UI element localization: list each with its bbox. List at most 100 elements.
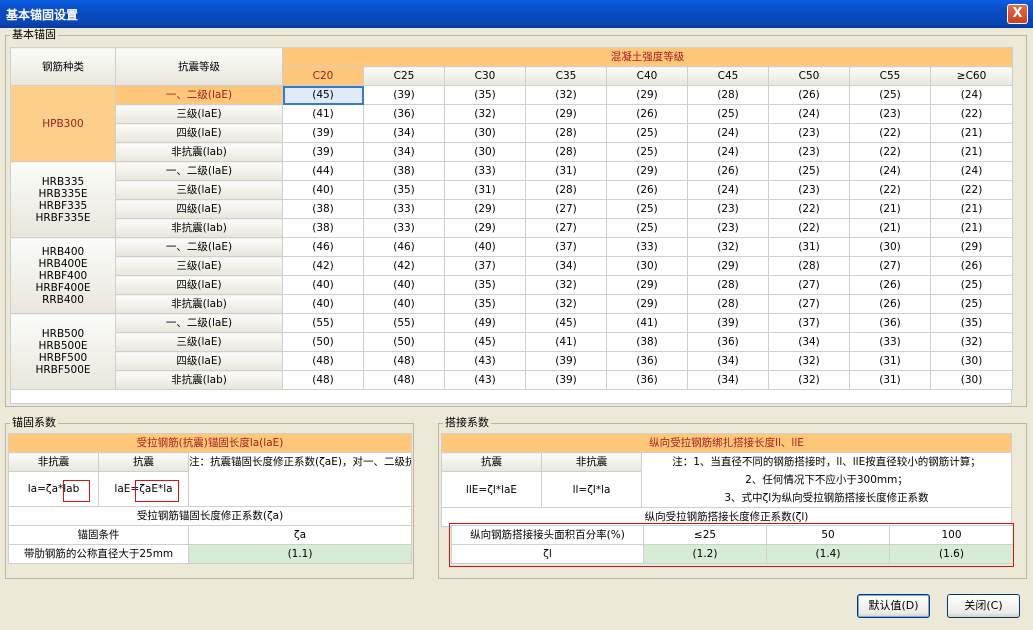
anchor-value-cell[interactable]: (25): [768, 161, 850, 181]
grade-cell[interactable]: 三级(laE): [115, 332, 283, 352]
anchor-value-cell[interactable]: (39): [687, 313, 769, 333]
anchor-value-cell[interactable]: (42): [363, 256, 445, 276]
lap-formula-seis[interactable]: llE=ζl*laE: [441, 471, 542, 508]
anchor-value-cell[interactable]: (32): [525, 85, 607, 105]
anchor-value-cell[interactable]: (23): [768, 142, 850, 162]
anchor-value-cell[interactable]: (39): [525, 370, 607, 390]
anchor-value-cell[interactable]: (45): [282, 85, 364, 105]
anchor-value-cell[interactable]: (22): [768, 199, 850, 219]
concrete-col-header[interactable]: C40: [606, 66, 688, 86]
anchor-value-cell[interactable]: (32): [687, 237, 769, 257]
anchor-value-cell[interactable]: (24): [687, 123, 769, 143]
anchor-value-cell[interactable]: (29): [606, 294, 688, 314]
anchor-value-cell[interactable]: (29): [525, 104, 607, 124]
anchor-value-cell[interactable]: (24): [929, 161, 1014, 181]
anchor-value-cell[interactable]: (28): [687, 275, 769, 295]
lap-formula-non[interactable]: ll=ζl*la: [541, 471, 642, 508]
anchor-value-cell[interactable]: (28): [768, 256, 850, 276]
grade-cell[interactable]: 四级(laE): [115, 351, 283, 371]
anchor-value-cell[interactable]: (37): [444, 256, 526, 276]
anchor-value-cell[interactable]: (38): [282, 199, 364, 219]
anchor-value-cell[interactable]: (28): [687, 294, 769, 314]
grade-cell[interactable]: 一、二级(laE): [115, 161, 283, 181]
anchor-value-cell[interactable]: (40): [363, 294, 445, 314]
anchor-value-cell[interactable]: (44): [282, 161, 364, 181]
anchor-value-cell[interactable]: (23): [687, 199, 769, 219]
anchor-value-cell[interactable]: (36): [606, 351, 688, 371]
anchor-value-cell[interactable]: (21): [849, 199, 931, 219]
anchor-value-cell[interactable]: (25): [606, 123, 688, 143]
anchor-value-cell[interactable]: (39): [363, 85, 445, 105]
anchor-value-cell[interactable]: (31): [444, 180, 526, 200]
anchor-value-cell[interactable]: (22): [849, 123, 931, 143]
anchor-value-cell[interactable]: (21): [929, 123, 1014, 143]
anchor-value-cell[interactable]: (30): [444, 142, 526, 162]
anchor-value-cell[interactable]: (55): [363, 313, 445, 333]
anchor-value-cell[interactable]: (36): [849, 313, 931, 333]
anchor-value-cell[interactable]: (26): [768, 85, 850, 105]
anchor-value-cell[interactable]: (42): [282, 256, 364, 276]
anchor-value-cell[interactable]: (29): [606, 161, 688, 181]
anchor-value-cell[interactable]: (25): [929, 294, 1014, 314]
anchor-value-cell[interactable]: (46): [363, 237, 445, 257]
anchor-value-cell[interactable]: (22): [849, 180, 931, 200]
anchor-value-cell[interactable]: (35): [444, 85, 526, 105]
anchor-value-cell[interactable]: (30): [929, 351, 1014, 371]
anchor-value-cell[interactable]: (21): [929, 199, 1014, 219]
anchor-value-cell[interactable]: (24): [768, 104, 850, 124]
anchor-value-cell[interactable]: (37): [525, 237, 607, 257]
anchor-value-cell[interactable]: (25): [606, 199, 688, 219]
anchor-value-cell[interactable]: (24): [929, 85, 1014, 105]
anchor-value-cell[interactable]: (33): [363, 218, 445, 238]
grade-cell[interactable]: 三级(laE): [115, 256, 283, 276]
grade-cell[interactable]: 三级(laE): [115, 180, 283, 200]
concrete-col-header[interactable]: C25: [363, 66, 445, 86]
anchor-value-cell[interactable]: (23): [849, 104, 931, 124]
anchor-value-cell[interactable]: (25): [929, 275, 1014, 295]
anchor-value-cell[interactable]: (55): [282, 313, 364, 333]
anchor-value-cell[interactable]: (24): [849, 161, 931, 181]
anchor-value-cell[interactable]: (34): [687, 370, 769, 390]
anchor-value-cell[interactable]: (26): [849, 275, 931, 295]
grade-cell[interactable]: 非抗震(lab): [115, 294, 283, 314]
anchor-value-cell[interactable]: (26): [849, 294, 931, 314]
anchor-value-cell[interactable]: (35): [929, 313, 1014, 333]
anchor-value-cell[interactable]: (23): [687, 218, 769, 238]
anchor-value-cell[interactable]: (34): [525, 256, 607, 276]
anchor-value-cell[interactable]: (38): [606, 332, 688, 352]
anchor-value-cell[interactable]: (29): [687, 256, 769, 276]
anchor-value-cell[interactable]: (22): [768, 218, 850, 238]
grade-cell[interactable]: 四级(laE): [115, 199, 283, 219]
anchor-value-cell[interactable]: (50): [282, 332, 364, 352]
anchor-value-cell[interactable]: (50): [363, 332, 445, 352]
anchor-value-cell[interactable]: (29): [444, 218, 526, 238]
anchor-value-cell[interactable]: (25): [606, 142, 688, 162]
anchor-value-cell[interactable]: (41): [525, 332, 607, 352]
anchor-value-cell[interactable]: (40): [363, 275, 445, 295]
anchor-value-cell[interactable]: (28): [525, 123, 607, 143]
anchor-value-cell[interactable]: (36): [606, 370, 688, 390]
grade-cell[interactable]: 一、二级(laE): [115, 313, 283, 333]
anchor-value-cell[interactable]: (35): [363, 180, 445, 200]
anchor-value-cell[interactable]: (35): [444, 294, 526, 314]
anchor-value-cell[interactable]: (23): [768, 180, 850, 200]
anchor-value-cell[interactable]: (28): [525, 142, 607, 162]
anchor-value-cell[interactable]: (32): [525, 294, 607, 314]
anchor-value-cell[interactable]: (41): [282, 104, 364, 124]
concrete-col-header[interactable]: C20: [282, 66, 364, 86]
anchor-value-cell[interactable]: (29): [606, 275, 688, 295]
anchor-value-cell[interactable]: (33): [444, 161, 526, 181]
close-button[interactable]: 关闭(C): [947, 594, 1020, 618]
anchor-value-cell[interactable]: (32): [525, 275, 607, 295]
anchor-value-cell[interactable]: (31): [525, 161, 607, 181]
anchor-value-cell[interactable]: (39): [282, 142, 364, 162]
anchor-value-cell[interactable]: (48): [282, 370, 364, 390]
anchor-value-cell[interactable]: (48): [282, 351, 364, 371]
anchor-value-cell[interactable]: (32): [444, 104, 526, 124]
anchor-value-cell[interactable]: (27): [768, 275, 850, 295]
anchor-value-cell[interactable]: (28): [687, 85, 769, 105]
anchor-value-cell[interactable]: (36): [687, 332, 769, 352]
anchor-value-cell[interactable]: (38): [363, 161, 445, 181]
default-button[interactable]: 默认值(D): [857, 594, 930, 618]
anchor-value-cell[interactable]: (37): [768, 313, 850, 333]
